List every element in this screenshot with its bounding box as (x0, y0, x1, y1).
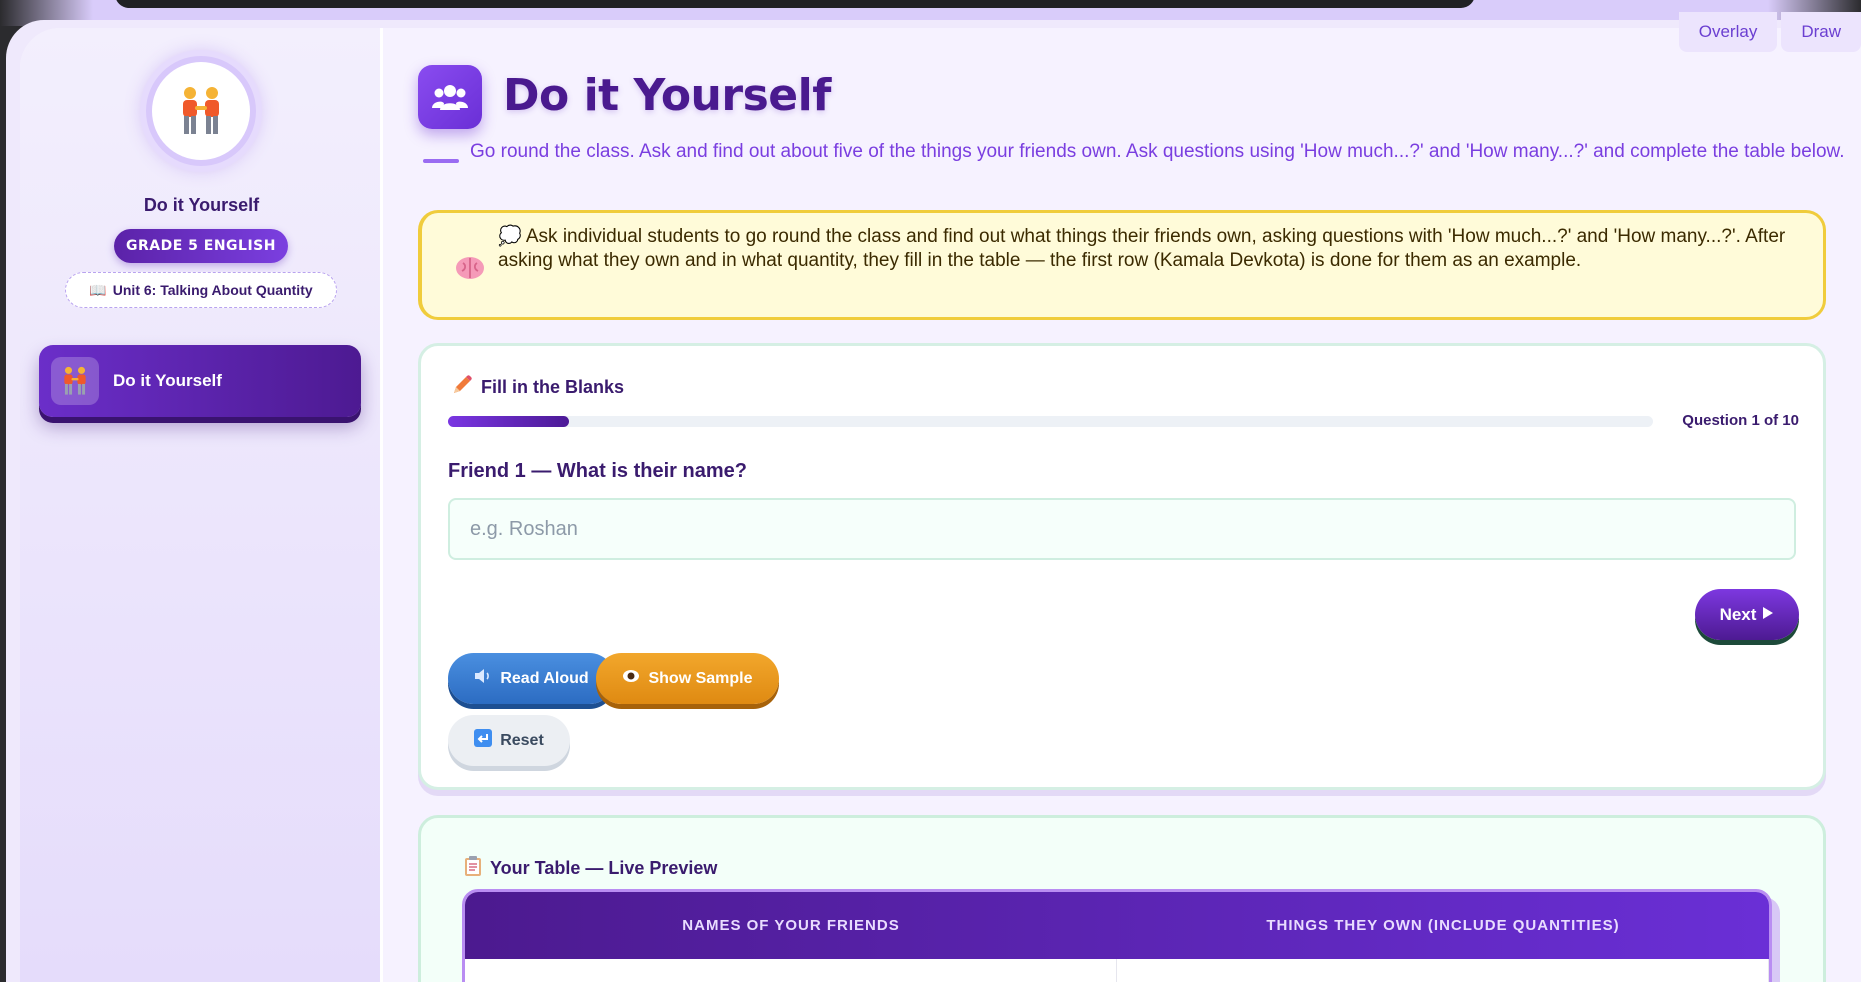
subtitle-rule (423, 159, 459, 163)
exercise-card: Fill in the Blanks Question 1 of 10 Frie… (418, 343, 1826, 790)
unit-label: Unit 6: Talking About Quantity (112, 282, 313, 298)
avatar (146, 56, 256, 166)
reset-label: Reset (500, 731, 544, 749)
column-header-names: NAMES OF YOUR FRIENDS (682, 917, 900, 934)
nav-icon-box (51, 357, 99, 405)
sidebar-item-do-it-yourself[interactable]: Do it Yourself (39, 345, 361, 417)
app-window: Do it Yourself GRADE 5 ENGLISH 📖 Unit 6:… (6, 20, 1861, 982)
table-heading: Your Table — Live Preview (464, 855, 717, 882)
page-title: Do it Yourself (503, 70, 831, 121)
draw-tab[interactable]: Draw (1781, 12, 1861, 52)
group-icon (418, 65, 482, 129)
play-icon (1762, 605, 1774, 625)
unit-pill: 📖 Unit 6: Talking About Quantity (65, 272, 337, 308)
book-icon: 📖 (89, 281, 107, 298)
read-aloud-button[interactable]: Read Aloud (448, 653, 615, 704)
column-header-things: THINGS THEY OWN (INCLUDE QUANTITIES) (1266, 917, 1620, 934)
eye-icon (622, 669, 640, 688)
table-cell (465, 959, 1117, 982)
exercise-heading: Fill in the Blanks (451, 374, 624, 401)
sidebar: Do it Yourself GRADE 5 ENGLISH 📖 Unit 6:… (20, 28, 383, 982)
main-content: Do it Yourself Go round the class. Ask a… (383, 28, 1861, 982)
teacher-tip: 💭 Ask individual students to go round th… (418, 210, 1826, 320)
app-frame: Do it Yourself GRADE 5 ENGLISH 📖 Unit 6:… (20, 28, 1861, 982)
table-heading-label: Your Table — Live Preview (490, 858, 718, 878)
people-holding-hands-icon (64, 366, 86, 395)
progress-fill (448, 416, 569, 427)
answer-input[interactable] (448, 498, 1796, 560)
question-text: Friend 1 — What is their name? (448, 460, 747, 482)
sidebar-title: Do it Yourself (143, 195, 260, 215)
clipboard-icon (464, 855, 482, 882)
progress-bar (448, 416, 1653, 427)
people-holding-hands-icon (183, 87, 219, 134)
exercise-heading-label: Fill in the Blanks (481, 377, 625, 397)
table-cell (1117, 959, 1769, 982)
tip-text: 💭 Ask individual students to go round th… (498, 226, 1786, 271)
show-sample-label: Show Sample (648, 669, 753, 687)
next-button-label: Next (1719, 604, 1757, 624)
overlay-tab[interactable]: Overlay (1678, 12, 1778, 52)
table-preview-card: Your Table — Live Preview NAMES OF YOUR … (418, 815, 1826, 982)
show-sample-button[interactable]: Show Sample (596, 653, 779, 704)
next-button[interactable]: Next (1695, 589, 1799, 640)
speaker-icon (474, 668, 492, 689)
pencil-icon (451, 374, 473, 401)
progress-label: Question 1 of 10 (1682, 412, 1799, 429)
page-subtitle: Go round the class. Ask and find out abo… (470, 141, 1845, 162)
table-header-row: NAMES OF YOUR FRIENDS THINGS THEY OWN (I… (465, 892, 1769, 959)
read-aloud-label: Read Aloud (500, 669, 589, 687)
reset-button[interactable]: Reset (448, 715, 570, 766)
sidebar-item-label: Do it Yourself (113, 371, 222, 390)
table-row (465, 959, 1769, 982)
grade-badge: GRADE 5 ENGLISH (114, 229, 288, 263)
return-arrow-icon (474, 729, 493, 752)
overlay-toolbar: Overlay Draw (1678, 12, 1861, 52)
preview-table: NAMES OF YOUR FRIENDS THINGS THEY OWN (I… (462, 889, 1772, 982)
brain-icon (455, 255, 485, 285)
browser-url-bar[interactable] (115, 0, 1475, 8)
